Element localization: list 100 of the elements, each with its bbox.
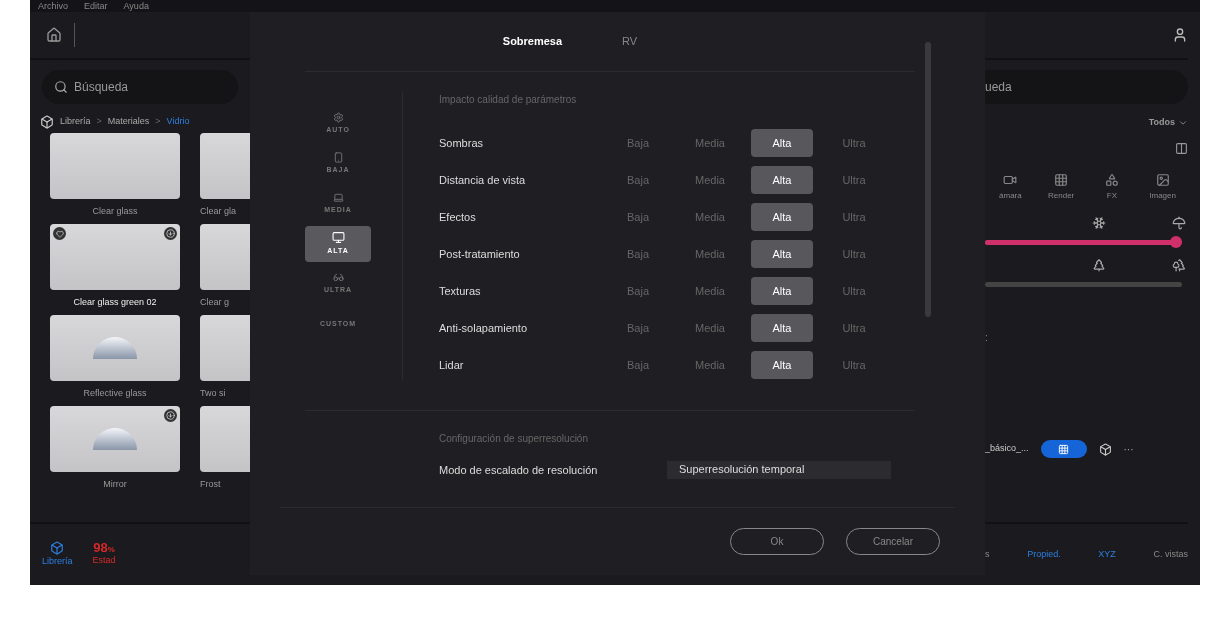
quality-option[interactable]: Baja [607, 240, 669, 268]
quality-option[interactable]: Baja [607, 351, 669, 379]
tool-button[interactable]: ámara [985, 173, 1036, 202]
tool-button[interactable]: Imagen [1137, 173, 1188, 202]
quality-option[interactable]: Ultra [823, 351, 885, 379]
setting-label: Efectos [439, 209, 477, 225]
menu-item[interactable]: Archivo [38, 1, 68, 11]
preset-name: _básico_... [985, 442, 1029, 456]
quality-option[interactable]: Media [679, 314, 741, 342]
label-text: : [985, 331, 989, 344]
phone-icon [332, 152, 344, 164]
quality-option[interactable]: Media [679, 129, 741, 157]
quality-option[interactable]: Baja [607, 166, 669, 194]
bottom-tab[interactable]: s [985, 547, 990, 562]
material-name: Clear g [200, 296, 229, 309]
menu-item[interactable]: Ayuda [123, 1, 149, 11]
breadcrumb-item[interactable]: Librería [60, 115, 91, 129]
quality-option[interactable]: Baja [607, 203, 669, 231]
menu-item[interactable]: Editar [84, 1, 108, 11]
heart-icon[interactable] [53, 227, 66, 240]
quality-option[interactable]: Alta [751, 277, 813, 305]
quality-option[interactable]: Media [679, 203, 741, 231]
setting-label: Post-tratamiento [439, 246, 521, 262]
material-preview[interactable] [50, 224, 180, 290]
breadcrumb-separator: > [96, 115, 102, 129]
bottom-tab[interactable]: Librería [42, 540, 73, 569]
breadcrumb-item[interactable]: Vidrio [166, 115, 190, 129]
quality-option[interactable]: Media [679, 166, 741, 194]
dialog-tab[interactable]: RV [622, 33, 638, 50]
bottom-tab[interactable]: 98% Estad [92, 541, 116, 568]
panel-icon[interactable] [1175, 142, 1188, 155]
section-title: Impacto calidad de parámetros [439, 93, 578, 107]
setting-label: Distancia de vista [439, 172, 527, 188]
grid-icon [1058, 443, 1070, 455]
glass-shape-icon [93, 428, 137, 450]
snowflake-icon [1092, 216, 1106, 230]
quality-option[interactable]: Ultra [823, 203, 885, 231]
breadcrumb-item[interactable]: Materiales [107, 115, 150, 129]
quality-option[interactable]: Media [679, 277, 741, 305]
material-name: Mirror [103, 478, 127, 491]
bottom-tab[interactable]: XYZ [1098, 547, 1116, 562]
quality-option[interactable]: Alta [751, 314, 813, 342]
quality-option[interactable]: Baja [607, 277, 669, 305]
gear-icon [332, 112, 344, 124]
quality-option[interactable]: Alta [751, 351, 813, 379]
library-icon [40, 115, 54, 129]
dropdown[interactable]: Superresolución temporal [667, 461, 891, 479]
glass-shape-icon [93, 337, 137, 359]
quality-option[interactable]: Ultra [823, 240, 885, 268]
search-field[interactable]: ueda [985, 70, 1188, 104]
tool-button[interactable]: FX [1086, 173, 1138, 202]
material-name: Reflective glass [83, 387, 147, 400]
breadcrumb-separator: > [155, 115, 161, 129]
quality-option[interactable]: Media [679, 351, 741, 379]
quality-option[interactable]: Baja [607, 314, 669, 342]
material-name: Clear glass [92, 205, 138, 218]
setting-label: Lidar [439, 357, 465, 373]
material-name: Frost [200, 478, 221, 491]
caret-icon [1178, 118, 1188, 128]
dots-icon [1054, 173, 1069, 187]
tree-icon [1092, 258, 1106, 272]
user-icon[interactable] [1172, 27, 1188, 43]
image-icon [1155, 173, 1170, 187]
camera-icon [1003, 173, 1018, 187]
download-icon[interactable] [164, 227, 177, 240]
quality-option[interactable]: Alta [751, 203, 813, 231]
laptop-icon [332, 192, 344, 204]
quality-option[interactable]: Ultra [823, 314, 885, 342]
bottom-tab[interactable]: C. vistas [1153, 547, 1188, 562]
dialog-tab[interactable]: Sobremesa [502, 33, 563, 50]
library-icon [50, 540, 65, 555]
filter-dropdown[interactable]: Todos [1148, 116, 1188, 130]
quality-option[interactable]: Alta [751, 240, 813, 268]
material-name: Clear glass green 02 [73, 296, 157, 309]
monitor-icon [331, 231, 345, 245]
scrollbar[interactable] [925, 42, 931, 317]
setting-label: Sombras [439, 135, 485, 151]
setting-label: Anti-solapamiento [439, 320, 529, 336]
quality-option[interactable]: Ultra [823, 277, 885, 305]
material-name: Clear gla [200, 205, 237, 218]
section-title: Configuración de superresolución [439, 432, 589, 446]
download-icon[interactable] [164, 409, 177, 422]
bottom-tab[interactable]: Propied. [1027, 547, 1061, 562]
setting-label: Texturas [439, 283, 482, 299]
quality-option[interactable]: Ultra [823, 129, 885, 157]
search-field[interactable]: Búsqueda [42, 70, 238, 104]
quality-option[interactable]: Media [679, 240, 741, 268]
cube-icon[interactable] [1098, 442, 1112, 456]
quality-option[interactable]: Ultra [823, 166, 885, 194]
trees-icon [1172, 258, 1186, 272]
quality-option[interactable]: Alta [751, 129, 813, 157]
quality-option[interactable]: Alta [751, 166, 813, 194]
more-button[interactable]: ··· [1123, 441, 1134, 457]
grid-toggle[interactable] [1040, 440, 1087, 458]
umbrella-icon [1172, 216, 1186, 230]
search-icon [54, 80, 68, 94]
quality-option[interactable]: Baja [607, 129, 669, 157]
home-icon[interactable] [46, 27, 62, 43]
setting-label: Modo de escalado de resolución [439, 462, 599, 478]
tool-button[interactable]: Render [1035, 173, 1087, 202]
